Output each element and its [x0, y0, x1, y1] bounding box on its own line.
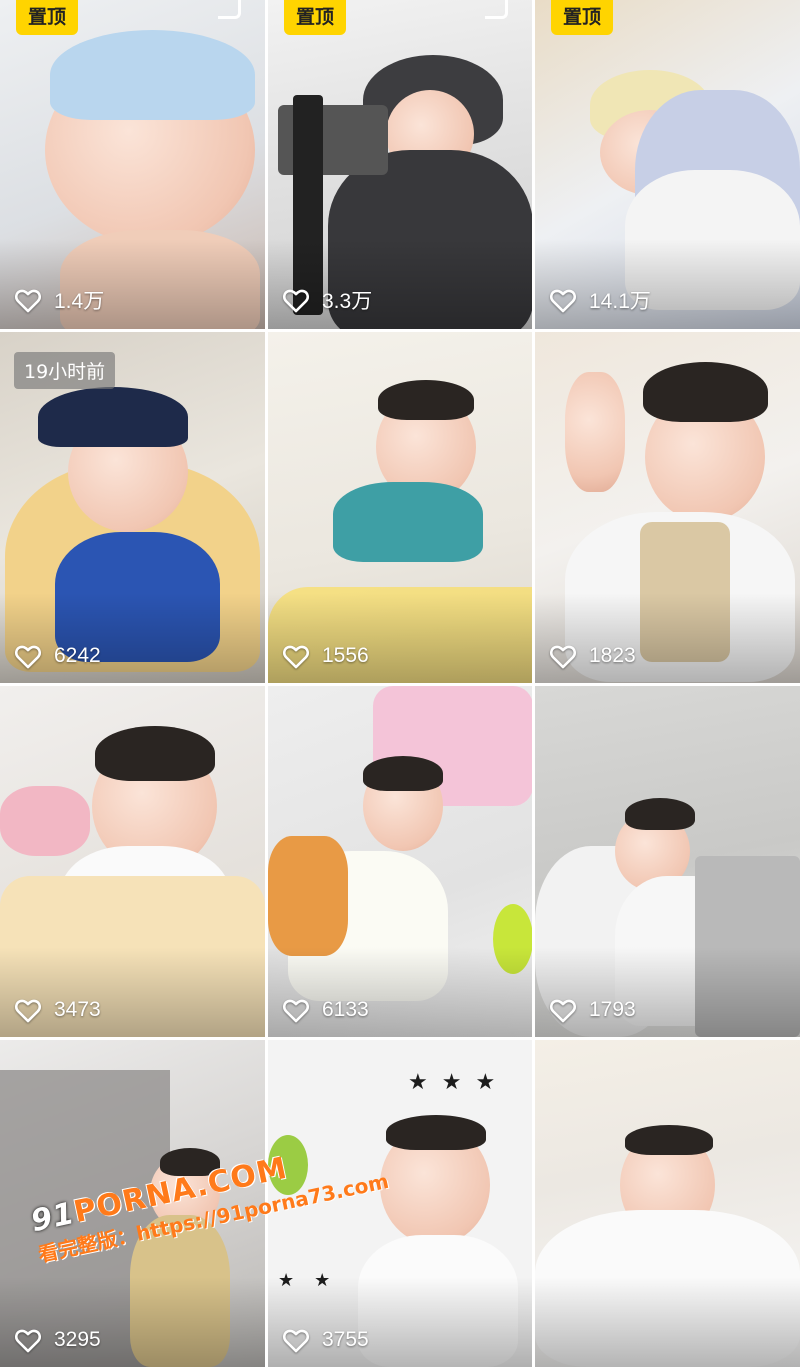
- like-count-value: 1823: [589, 644, 636, 667]
- heart-outline-icon: [14, 289, 42, 313]
- video-tile-11[interactable]: ★★★ ★★ 3755: [268, 1040, 532, 1367]
- pinned-badge: 置顶: [551, 0, 614, 35]
- pinned-badge: 置顶: [16, 0, 79, 35]
- video-tile-3[interactable]: 置顶 14.1万: [535, 0, 800, 329]
- thumbnail-shade: [268, 947, 532, 1037]
- video-tile-2[interactable]: 置顶 3.3万: [268, 0, 532, 329]
- pinned-badge: 置顶: [284, 0, 347, 35]
- bookmark-corner-icon: [485, 0, 508, 19]
- thumbnail-shade: [268, 593, 532, 683]
- heart-outline-icon: [549, 999, 577, 1023]
- video-tile-10[interactable]: 3295: [0, 1040, 265, 1367]
- thumbnail-shade: [535, 947, 800, 1037]
- thumbnail-shade: [0, 947, 265, 1037]
- thumbnail-shade: [0, 593, 265, 683]
- thumbnail-shade: [268, 1277, 532, 1367]
- video-tile-5[interactable]: 1556: [268, 332, 532, 683]
- heart-outline-icon: [282, 1329, 310, 1353]
- video-tile-9[interactable]: 1793: [535, 686, 800, 1037]
- like-count: 14.1万: [549, 285, 651, 315]
- heart-outline-icon: [549, 645, 577, 669]
- heart-outline-icon: [282, 289, 310, 313]
- thumbnail-shade: [268, 239, 532, 329]
- thumbnail-shade: [535, 239, 800, 329]
- heart-outline-icon: [14, 999, 42, 1023]
- like-count-value: 1793: [589, 998, 636, 1021]
- video-tile-1[interactable]: 置顶 1.4万: [0, 0, 265, 329]
- video-tile-12[interactable]: [535, 1040, 800, 1367]
- like-count-value: 1.4万: [54, 290, 105, 313]
- thumbnail-shade: [0, 239, 265, 329]
- like-count: 3755: [282, 1327, 369, 1353]
- like-count: 1823: [549, 643, 636, 669]
- like-count: 6133: [282, 997, 369, 1023]
- like-count: 3295: [14, 1327, 101, 1353]
- like-count-value: 1556: [322, 644, 369, 667]
- heart-outline-icon: [282, 645, 310, 669]
- like-count: 1556: [282, 643, 369, 669]
- like-count-value: 3473: [54, 998, 101, 1021]
- like-count-value: 6133: [322, 998, 369, 1021]
- bookmark-corner-icon: [218, 0, 241, 19]
- like-count: 3473: [14, 997, 101, 1023]
- thumbnail-shade: [0, 1277, 265, 1367]
- like-count-value: 3295: [54, 1328, 101, 1351]
- like-count: 1.4万: [14, 285, 104, 315]
- like-count-value: 3755: [322, 1328, 369, 1351]
- video-grid: 置顶 1.4万 置顶 3.3万 置顶 14.1万 19小时前 6242 1556…: [0, 0, 800, 1367]
- like-count: 1793: [549, 997, 636, 1023]
- like-count: 6242: [14, 643, 101, 669]
- like-count-value: 3.3万: [322, 290, 373, 313]
- posted-time-badge: 19小时前: [14, 352, 116, 389]
- video-tile-4[interactable]: 19小时前 6242: [0, 332, 265, 683]
- heart-outline-icon: [549, 289, 577, 313]
- thumbnail-shade: [535, 593, 800, 683]
- video-tile-6[interactable]: 1823: [535, 332, 800, 683]
- like-count-value: 6242: [54, 644, 101, 667]
- heart-outline-icon: [282, 999, 310, 1023]
- like-count: 3.3万: [282, 285, 372, 315]
- heart-outline-icon: [14, 1329, 42, 1353]
- thumbnail-shade: [535, 1277, 800, 1367]
- video-tile-8[interactable]: 6133: [268, 686, 532, 1037]
- heart-outline-icon: [14, 645, 42, 669]
- like-count-value: 14.1万: [589, 290, 651, 313]
- video-tile-7[interactable]: 3473: [0, 686, 265, 1037]
